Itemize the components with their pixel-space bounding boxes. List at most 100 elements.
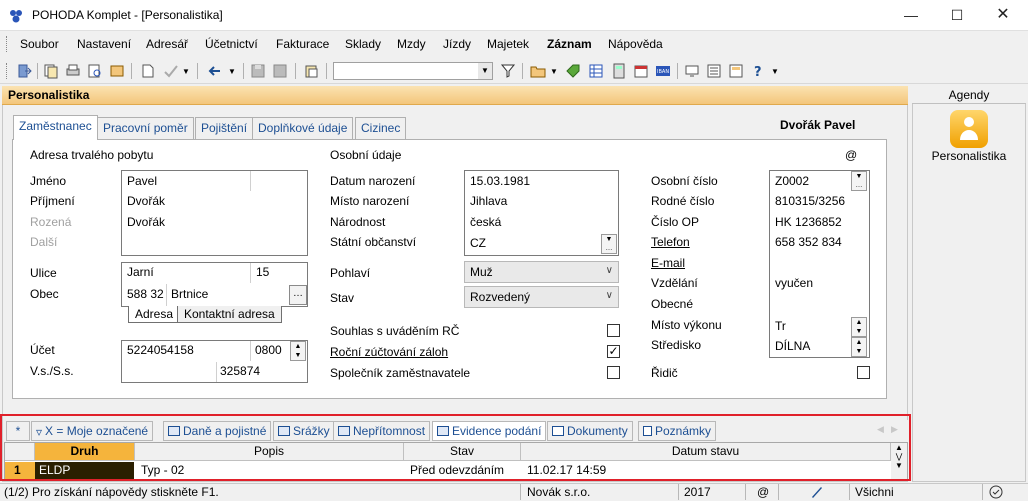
back-dropdown-icon[interactable]: ▼ [228, 67, 244, 83]
calculator-icon[interactable] [611, 63, 627, 79]
tab-pracovni-pomer[interactable]: Pracovní poměr [97, 117, 194, 139]
rc-consent-checkbox[interactable] [607, 324, 620, 337]
status-company[interactable]: Novák s.r.o. [527, 485, 590, 499]
partner-checkbox[interactable] [607, 366, 620, 379]
house-number-field[interactable]: 15 [256, 265, 269, 279]
menu-adresar[interactable]: Adresář [146, 37, 188, 51]
help-dropdown-icon[interactable]: ▼ [771, 67, 787, 83]
annual-settlement-checkbox[interactable]: ✓ [607, 345, 620, 358]
center-spinner[interactable]: ▲ ▼ [851, 337, 867, 357]
zip-field[interactable]: 588 32 [127, 287, 164, 301]
label-gender: Pohlaví [330, 266, 371, 280]
paste-icon[interactable] [303, 63, 319, 79]
bank-code-field[interactable]: 0800 [255, 343, 282, 357]
new-record-icon[interactable] [140, 63, 156, 79]
open-folder-icon[interactable] [530, 63, 546, 79]
birthdate-field[interactable]: 15.03.1981 [470, 174, 530, 188]
marital-status-select[interactable]: Rozvedený ∨ [464, 286, 619, 308]
email-at-icon[interactable]: @ [845, 148, 857, 162]
nationality-field[interactable]: česká [470, 215, 501, 229]
monitor-icon[interactable] [684, 63, 700, 79]
tag-icon[interactable] [565, 63, 581, 79]
agenda-item-label[interactable]: Personalistika [912, 149, 1026, 163]
menu-majetek[interactable]: Majetek [487, 37, 529, 51]
first-name-field[interactable]: Pavel [127, 174, 157, 188]
status-year[interactable]: 2017 [684, 485, 711, 499]
status-email-icon[interactable]: @ [757, 485, 769, 499]
copy-record-icon[interactable] [43, 63, 59, 79]
menu-soubor[interactable]: Soubor [20, 37, 59, 51]
exit-icon[interactable] [16, 63, 32, 79]
city-lookup-button[interactable]: … [289, 285, 307, 305]
account-number-field[interactable]: 5224054158 [127, 343, 194, 357]
workplace-field[interactable]: Tr [775, 319, 786, 333]
filter-icon[interactable] [500, 63, 516, 79]
label-annual-settlement[interactable]: Roční zúčtování záloh [330, 345, 448, 359]
birthplace-field[interactable]: Jihlava [470, 194, 507, 208]
tab-contact-address[interactable]: Kontaktní adresa [177, 306, 282, 323]
confirm-dropdown-icon[interactable]: ▼ [182, 67, 198, 83]
citizenship-lookup-button[interactable]: ▼… [601, 234, 617, 254]
specific-symbol-field[interactable]: 325874 [220, 364, 260, 378]
table-icon[interactable] [588, 63, 604, 79]
save-icon[interactable] [250, 63, 266, 79]
tab-cizinec[interactable]: Cizinec [355, 117, 407, 139]
gender-select[interactable]: Muž ∨ [464, 261, 619, 283]
education-field[interactable]: vyučen [775, 276, 813, 290]
print-preview-icon[interactable] [87, 63, 103, 79]
form-icon[interactable] [728, 63, 744, 79]
id-card-field[interactable]: HK 1236852 [775, 215, 842, 229]
last-name-field[interactable]: Dvořák [127, 194, 165, 208]
calendar-icon[interactable] [633, 63, 649, 79]
menu-mzdy[interactable]: Mzdy [397, 37, 426, 51]
menu-napoveda[interactable]: Nápověda [608, 37, 663, 51]
back-arrow-icon[interactable] [207, 63, 223, 79]
save-all-icon[interactable] [272, 63, 288, 79]
help-icon[interactable]: ? [751, 63, 767, 79]
phone-link[interactable]: Telefon [651, 235, 690, 249]
tab-doplnkove-udaje[interactable]: Doplňkové údaje [252, 117, 354, 139]
status-filter[interactable]: Všichni [855, 485, 894, 499]
tab-address[interactable]: Adresa [128, 306, 181, 323]
menu-fakturace[interactable]: Fakturace [276, 37, 329, 51]
personalistika-icon[interactable] [950, 110, 988, 148]
menu-ucetnictvi[interactable]: Účetnictví [205, 37, 258, 51]
phone-field[interactable]: 658 352 834 [775, 235, 842, 249]
citizenship-field[interactable]: CZ [470, 236, 486, 250]
list-icon[interactable] [706, 63, 722, 79]
tab-pojisteni[interactable]: Pojištění [195, 117, 254, 139]
folder-dropdown-icon[interactable]: ▼ [550, 67, 566, 83]
status-separator [745, 484, 746, 500]
city-field[interactable]: Brtnice [171, 287, 208, 301]
personal-number-spinner[interactable]: ▼… [851, 171, 867, 191]
menu-nastaveni[interactable]: Nastavení [77, 37, 131, 51]
birth-number-field[interactable]: 810315/3256 [775, 194, 845, 208]
center-field[interactable]: DÍLNA [775, 339, 810, 353]
confirm-icon[interactable] [163, 63, 179, 79]
personal-number-field[interactable]: Z0002 [775, 174, 809, 188]
birth-name-field[interactable]: Dvořák [127, 215, 165, 229]
bank-code-spinner[interactable]: ▲ ▼ [290, 341, 306, 361]
quick-search-combo[interactable]: ▼ [333, 62, 493, 80]
workplace-spinner[interactable]: ▲ ▼ [851, 317, 867, 337]
report-icon[interactable] [109, 63, 125, 79]
toolbar-grip[interactable] [6, 63, 9, 79]
chevron-down-icon: ∨ [605, 265, 613, 276]
menu-zaznam[interactable]: Záznam [547, 37, 592, 51]
label-other: Další [30, 235, 58, 249]
print-icon[interactable] [65, 63, 81, 79]
email-link[interactable]: E-mail [651, 256, 685, 270]
menu-jizdy[interactable]: Jízdy [443, 37, 471, 51]
street-field[interactable]: Jarní [127, 265, 154, 279]
menubar-grip[interactable] [6, 36, 9, 52]
minimize-icon[interactable]: — [888, 0, 934, 31]
close-icon[interactable]: ✕ [980, 0, 1026, 31]
chevron-down-icon[interactable]: ▼ [478, 63, 492, 79]
iban-icon[interactable]: IBAN [655, 63, 671, 79]
maximize-icon[interactable]: ☐ [934, 0, 980, 31]
ok-check-icon[interactable] [989, 485, 1003, 499]
tab-zamestnanec[interactable]: Zaměstnanec [13, 115, 98, 140]
driver-checkbox[interactable] [857, 366, 870, 379]
signature-icon[interactable] [810, 485, 824, 499]
menu-sklady[interactable]: Sklady [345, 37, 381, 51]
